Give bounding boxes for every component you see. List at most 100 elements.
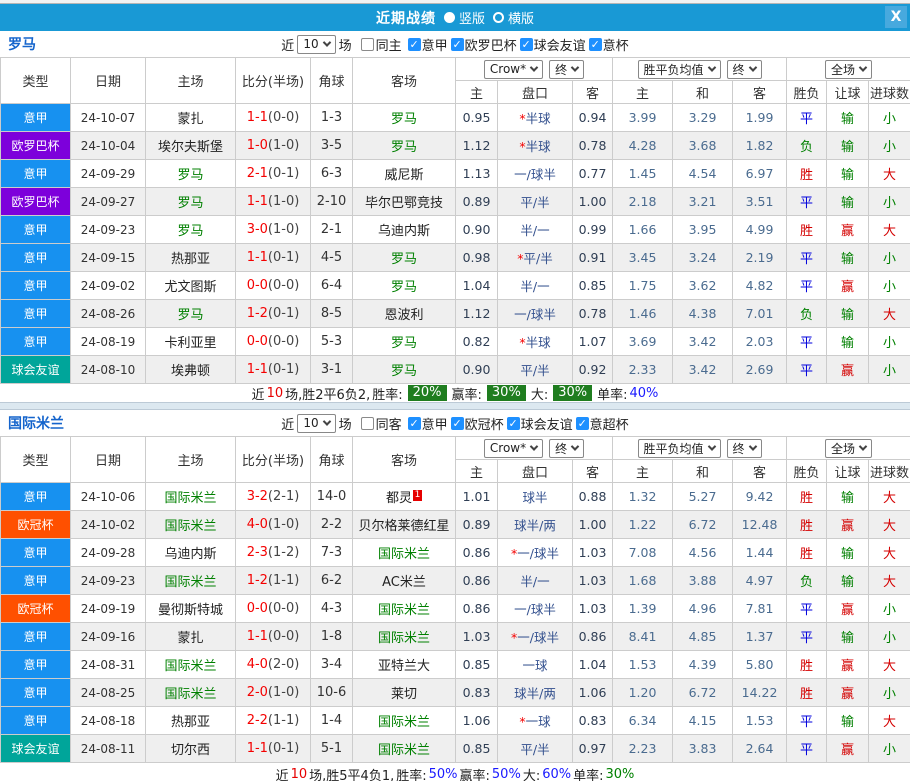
avg-group-header: 胜平负均值 终 xyxy=(613,437,787,460)
avg-away-cell: 2.03 xyxy=(733,328,787,356)
home-odds-cell: 1.04 xyxy=(456,272,498,300)
recent-count-value[interactable]: 10 xyxy=(303,37,318,51)
handicap-result-cell: 输 xyxy=(827,328,869,356)
avg-home-cell: 3.69 xyxy=(613,328,673,356)
layout-vertical-label[interactable]: 竖版 xyxy=(459,8,485,27)
recent-count-select[interactable]: 10 xyxy=(297,35,335,54)
home-team-cell: 蒙扎 xyxy=(146,623,236,651)
checkbox-checked-icon[interactable] xyxy=(576,417,589,430)
recent-count-select[interactable]: 10 xyxy=(297,414,335,433)
scope-select[interactable]: 全场 xyxy=(825,439,872,458)
league-filter-checkbox[interactable]: 意甲 xyxy=(405,35,448,54)
checkbox-checked-icon[interactable] xyxy=(520,38,533,51)
goals-result-cell: 大 xyxy=(869,539,910,567)
checkbox-checked-icon[interactable] xyxy=(451,417,464,430)
checkbox-checked-icon[interactable] xyxy=(507,417,520,430)
avg-away-cell: 14.22 xyxy=(733,679,787,707)
checkbox-checked-icon[interactable] xyxy=(408,38,421,51)
league-filter-checkbox[interactable]: 意超杯 xyxy=(573,414,629,433)
close-icon[interactable]: X xyxy=(885,6,907,28)
date-cell: 24-09-19 xyxy=(71,595,146,623)
away-team-cell: 罗马 xyxy=(353,244,456,272)
handicap-cell: *半球 xyxy=(498,328,573,356)
same-home-checkbox[interactable]: 同主 xyxy=(355,35,402,54)
goals-result-cell: 大 xyxy=(869,300,910,328)
checkbox-unchecked-icon[interactable] xyxy=(361,417,374,430)
home-odds-cell: 1.12 xyxy=(456,300,498,328)
sub-col-avg-draw: 和 xyxy=(673,81,733,104)
inter-matches-table: 类型 日期 主场 比分(半场) 角球 客场 Crow* 终 胜平负均值 终 xyxy=(0,436,910,763)
result-cell: 胜 xyxy=(787,160,827,188)
recent-count-value[interactable]: 10 xyxy=(303,416,318,430)
league-filter-checkbox[interactable]: 欧冠杯 xyxy=(448,414,504,433)
avg-draw-cell: 5.27 xyxy=(673,483,733,511)
handicap-result-cell: 赢 xyxy=(827,216,869,244)
avg-away-cell: 7.81 xyxy=(733,595,787,623)
halftime-score: (0-1) xyxy=(268,362,299,377)
radio-selected-icon[interactable] xyxy=(444,12,455,23)
checkbox-checked-icon[interactable] xyxy=(408,417,421,430)
same-away-checkbox[interactable]: 同客 xyxy=(355,414,402,433)
layout-vertical-option[interactable]: 竖版 xyxy=(444,8,485,27)
fulltime-score: 1-1 xyxy=(247,629,268,644)
checkbox-unchecked-icon[interactable] xyxy=(361,38,374,51)
goals-result-cell: 小 xyxy=(869,623,910,651)
avg-draw-cell: 4.85 xyxy=(673,623,733,651)
away-odds-cell: 0.97 xyxy=(573,735,613,763)
odds-final-select[interactable]: 终 xyxy=(549,439,584,458)
home-team-cell: 国际米兰 xyxy=(146,567,236,595)
avg-draw-cell: 3.88 xyxy=(673,567,733,595)
home-team-cell: 埃弗顿 xyxy=(146,356,236,384)
league-filter-checkbox[interactable]: 球会友谊 xyxy=(504,414,573,433)
avg-draw-cell: 4.54 xyxy=(673,160,733,188)
league-filter-checkbox[interactable]: 欧罗巴杯 xyxy=(448,35,517,54)
odds-source-select[interactable]: Crow* xyxy=(484,60,543,79)
summary-near: 近 xyxy=(252,384,265,403)
col-away: 客场 xyxy=(353,437,456,483)
corner-cell: 1-8 xyxy=(311,623,353,651)
league-filter-checkbox[interactable]: 意杯 xyxy=(586,35,629,54)
scope-select[interactable]: 全场 xyxy=(825,60,872,79)
avg-draw-cell: 3.29 xyxy=(673,104,733,132)
league-filter-checkbox[interactable]: 球会友谊 xyxy=(517,35,586,54)
corner-cell: 2-1 xyxy=(311,216,353,244)
sub-col-odds-away: 客 xyxy=(573,81,613,104)
away-team-cell: 乌迪内斯 xyxy=(353,216,456,244)
corner-cell: 1-4 xyxy=(311,707,353,735)
layout-horizontal-label[interactable]: 横版 xyxy=(508,8,534,27)
corner-cell: 10-6 xyxy=(311,679,353,707)
halftime-score: (2-1) xyxy=(268,489,299,504)
odds-final-select[interactable]: 终 xyxy=(549,60,584,79)
checkbox-checked-icon[interactable] xyxy=(451,38,464,51)
sub-col-handicap-result: 让球 xyxy=(827,81,869,104)
avg-home-cell: 1.39 xyxy=(613,595,673,623)
league-cell: 意甲 xyxy=(1,244,71,272)
avg-final-select[interactable]: 终 xyxy=(727,439,762,458)
halftime-score: (1-0) xyxy=(268,194,299,209)
chevron-down-icon xyxy=(748,63,756,71)
avg-source-select[interactable]: 胜平负均值 xyxy=(638,439,721,458)
halftime-score: (0-0) xyxy=(268,629,299,644)
col-type: 类型 xyxy=(1,58,71,104)
handicap-result-cell: 输 xyxy=(827,244,869,272)
layout-horizontal-option[interactable]: 横版 xyxy=(493,8,534,27)
avg-final-select[interactable]: 终 xyxy=(727,60,762,79)
handicap-result-cell: 输 xyxy=(827,300,869,328)
league-filter-checkbox[interactable]: 意甲 xyxy=(405,414,448,433)
avg-source-select[interactable]: 胜平负均值 xyxy=(638,60,721,79)
league-cell: 欧冠杯 xyxy=(1,511,71,539)
goals-result-cell: 小 xyxy=(869,595,910,623)
home-odds-cell: 0.86 xyxy=(456,539,498,567)
same-home-label[interactable]: 同主 xyxy=(376,35,402,54)
date-cell: 24-09-23 xyxy=(71,216,146,244)
odds-source-select[interactable]: Crow* xyxy=(484,439,543,458)
league-cell: 欧罗巴杯 xyxy=(1,132,71,160)
sub-col-avg-away: 客 xyxy=(733,81,787,104)
col-date: 日期 xyxy=(71,58,146,104)
checkbox-checked-icon[interactable] xyxy=(589,38,602,51)
handicap-cell: 球半/两 xyxy=(498,679,573,707)
score-cell: 2-1(0-1) xyxy=(236,160,311,188)
handicap-result-cell: 赢 xyxy=(827,356,869,384)
radio-unselected-icon[interactable] xyxy=(493,12,504,23)
same-away-label[interactable]: 同客 xyxy=(376,414,402,433)
